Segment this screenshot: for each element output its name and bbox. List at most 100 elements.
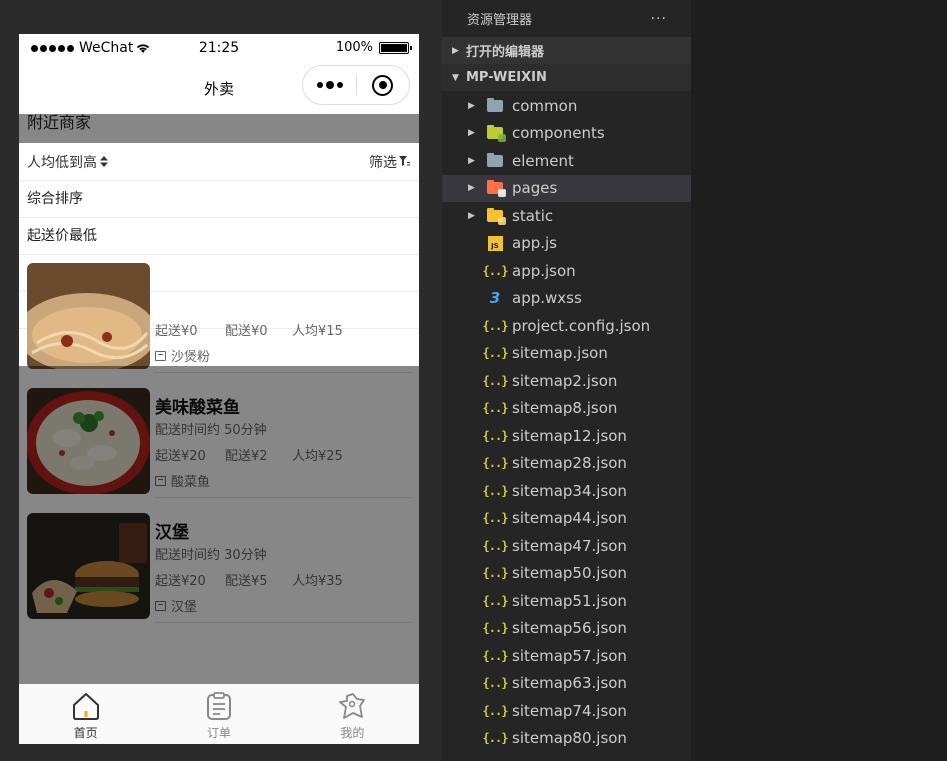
tree-item-label: sitemap12.json <box>512 426 627 445</box>
nav-bar: 外卖 <box>19 62 419 114</box>
components-folder-icon <box>486 124 506 143</box>
order-icon <box>206 692 231 720</box>
json-file-icon: {..} <box>482 538 509 553</box>
tree-file[interactable]: {..} sitemap2.json <box>442 367 691 395</box>
delivery-fee: 配送¥5 <box>225 574 268 589</box>
explorer-title: 资源管理器 <box>467 13 533 28</box>
shop-card[interactable]: 美味酸菜鱼 配送时间约 50分钟 起送¥20 配送¥2 人均¥25 酸菜鱼 <box>19 388 419 513</box>
tab-profile[interactable]: 我的 <box>286 684 419 744</box>
more-icon[interactable] <box>303 81 356 89</box>
phone-simulator: WeChat 21:25 100% 外卖 附近商家 人均低到高 筛选 综合排序 … <box>19 34 419 744</box>
sort-option[interactable]: 综合排序 <box>19 181 419 218</box>
more-actions-icon[interactable]: ··· <box>651 11 667 27</box>
js-file-icon: JS <box>486 234 504 252</box>
shop-card[interactable]: 起送¥0 配送¥0 人均¥15 沙煲粉 <box>19 263 419 388</box>
file-explorer: 资源管理器 ··· ▶ 打开的编辑器 ▼ MP-WEIXIN ▶ common ▶ c… <box>442 0 691 761</box>
divider <box>155 497 411 498</box>
tab-home-label: 首页 <box>73 726 98 740</box>
sort-bar: 人均低到高 筛选 <box>19 143 419 181</box>
tree-folder-static[interactable]: ▶ static <box>442 202 691 230</box>
min-order: 起送¥20 <box>155 574 206 589</box>
tree-folder-components[interactable]: ▶ components <box>442 120 691 148</box>
shop-tag: 汉堡 <box>155 596 197 615</box>
json-file-icon: {..} <box>482 648 509 663</box>
json-file-icon: {..} <box>482 373 509 388</box>
pages-folder-icon <box>486 179 506 198</box>
chevron-right-icon[interactable]: ▶ <box>468 156 475 166</box>
profile-icon <box>339 693 366 719</box>
static-folder-icon <box>486 207 506 225</box>
css-file-icon: 3 <box>489 289 501 308</box>
json-file-icon: {..} <box>482 731 509 746</box>
chevron-right-icon[interactable]: ▶ <box>468 128 475 138</box>
tree-file[interactable]: 3 app.wxss <box>442 285 691 313</box>
tree-file[interactable]: {..} sitemap44.json <box>442 505 691 533</box>
shop-tag-label: 汉堡 <box>171 600 198 615</box>
shop-image <box>27 513 150 619</box>
tree-file[interactable]: {..} sitemap63.json <box>442 670 691 698</box>
editor-area <box>691 0 947 761</box>
tree-file[interactable]: JS app.js <box>442 230 691 258</box>
tree-file[interactable]: {..} sitemap47.json <box>442 532 691 560</box>
sort-dropdown[interactable]: 人均低到高 <box>27 152 108 172</box>
tree-item-label: sitemap8.json <box>512 399 618 418</box>
sort-caret-icon <box>100 156 108 167</box>
tree-item-label: components <box>512 124 605 143</box>
shop-tag: 沙煲粉 <box>155 346 210 365</box>
delivery-fee: 配送¥0 <box>225 324 268 339</box>
tree-item-label: sitemap51.json <box>512 591 627 610</box>
tree-file[interactable]: {..} sitemap28.json <box>442 450 691 478</box>
folder-icon <box>486 97 504 115</box>
shop-name: 美味酸菜鱼 <box>155 398 240 418</box>
avg-price: 人均¥15 <box>292 324 343 339</box>
chevron-right-icon[interactable]: ▶ <box>468 183 475 193</box>
tab-order-label: 订单 <box>206 726 231 740</box>
tree-folder-common[interactable]: ▶ common <box>442 92 691 120</box>
chevron-right-icon[interactable]: ▶ <box>468 101 475 111</box>
tree-file[interactable]: {..} sitemap57.json <box>442 642 691 670</box>
section-open-editors[interactable]: ▶ 打开的编辑器 <box>442 37 691 64</box>
tree-file[interactable]: {..} sitemap56.json <box>442 615 691 643</box>
tree-file[interactable]: {..} sitemap12.json <box>442 422 691 450</box>
tree-item-label: sitemap44.json <box>512 509 627 528</box>
shop-delivery-time: 配送时间约 30分钟 <box>155 548 267 563</box>
tab-bar: 首页 订单 我的 <box>19 684 419 744</box>
folder-icon <box>486 152 504 170</box>
json-file-icon: {..} <box>482 456 509 471</box>
tree-folder-pages[interactable]: ▶ pages <box>442 174 691 202</box>
tree-file[interactable]: {..} project.config.json <box>442 312 691 340</box>
filter-label: 筛选 <box>369 154 397 171</box>
tree-file[interactable]: {..} sitemap80.json <box>442 725 691 753</box>
tree-file[interactable]: {..} sitemap74.json <box>442 697 691 725</box>
shop-tag-label: 酸菜鱼 <box>171 475 211 490</box>
section-title: 附近商家 <box>27 114 92 132</box>
tree-file[interactable]: {..} sitemap8.json <box>442 395 691 423</box>
chevron-right-icon[interactable]: ▶ <box>468 211 475 221</box>
tree-folder-element[interactable]: ▶ element <box>442 147 691 175</box>
avg-price: 人均¥35 <box>292 574 343 589</box>
json-file-icon: {..} <box>482 703 509 718</box>
home-icon <box>72 693 99 720</box>
shop-name: 汉堡 <box>155 523 189 543</box>
tree-item-label: sitemap2.json <box>512 371 618 390</box>
tree-item-label: sitemap28.json <box>512 454 627 473</box>
status-bar: WeChat 21:25 100% <box>19 34 419 62</box>
tree-item-label: element <box>512 151 574 170</box>
tab-home[interactable]: 首页 <box>19 684 152 744</box>
tree-file[interactable]: {..} sitemap34.json <box>442 477 691 505</box>
tree-file[interactable]: {..} sitemap50.json <box>442 560 691 588</box>
section-project[interactable]: ▼ MP-WEIXIN <box>442 64 691 91</box>
page-content: 附近商家 人均低到高 筛选 综合排序 起送价最低 配送费最低 人均高到低 人均低… <box>19 114 419 684</box>
tree-file[interactable]: {..} sitemap51.json <box>442 587 691 615</box>
tree-file[interactable]: {..} app.json <box>442 257 691 285</box>
json-file-icon: {..} <box>482 428 509 443</box>
tree-file[interactable]: {..} sitemap.json <box>442 340 691 368</box>
tab-order[interactable]: 订单 <box>152 684 285 744</box>
tree-item-label: sitemap50.json <box>512 564 627 583</box>
close-miniprogram-icon[interactable] <box>357 74 409 96</box>
shop-card[interactable]: 汉堡 配送时间约 30分钟 起送¥20 配送¥5 人均¥35 汉堡 <box>19 513 419 638</box>
section-project-label: MP-WEIXIN <box>466 70 547 85</box>
sort-option[interactable]: 起送价最低 <box>19 218 419 255</box>
filter-button[interactable]: 筛选 <box>369 152 410 172</box>
tree-item-label: pages <box>512 179 558 198</box>
